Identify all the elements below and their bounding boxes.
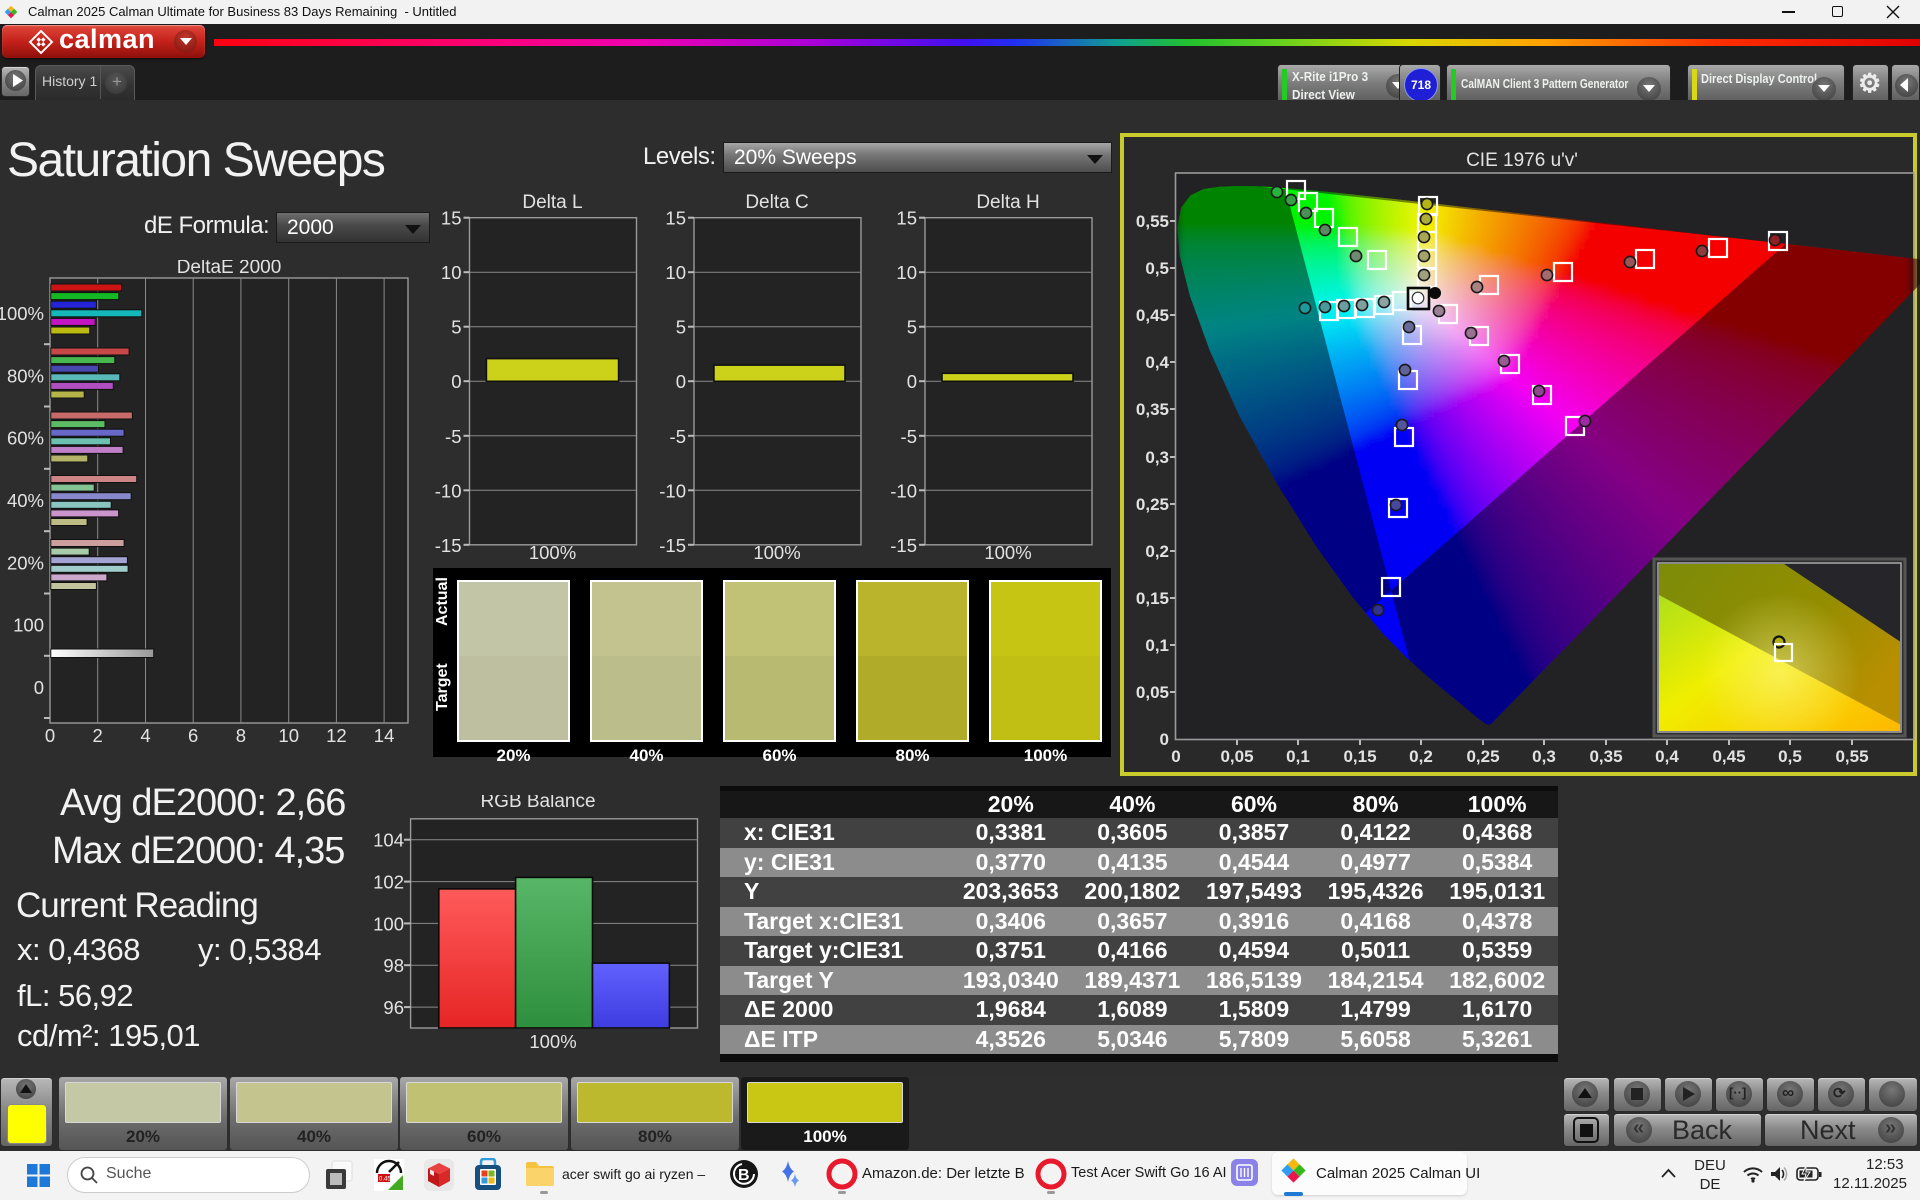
svg-text:0,45: 0,45 [1136,306,1169,325]
svg-text:-15: -15 [890,535,917,556]
svg-text:0,5: 0,5 [1778,747,1802,766]
svg-text:102: 102 [373,872,404,893]
svg-text:B: B [738,1167,750,1184]
svg-text:0,15: 0,15 [1343,747,1376,766]
svg-text:0,05: 0,05 [1220,747,1253,766]
svg-text:0,25: 0,25 [1136,495,1169,514]
svg-text:60%: 60% [7,428,44,449]
svg-text:98: 98 [383,955,404,976]
svg-text:0,3: 0,3 [1532,747,1556,766]
svg-text:0,45: 0,45 [1712,747,1745,766]
svg-text:0,2: 0,2 [1145,542,1169,561]
svg-text:0.45: 0.45 [379,1177,391,1183]
svg-text:0: 0 [907,371,917,392]
svg-text:2: 2 [93,725,103,746]
svg-text:-5: -5 [445,426,461,447]
svg-text:14: 14 [374,725,395,746]
svg-text:5: 5 [907,317,917,338]
svg-text:-15: -15 [435,535,462,556]
svg-text:10: 10 [896,262,917,283]
svg-text:0,35: 0,35 [1136,400,1169,419]
svg-text:-15: -15 [659,535,686,556]
svg-text:DeltaE 2000: DeltaE 2000 [177,260,282,278]
svg-text:-10: -10 [659,480,686,501]
svg-text:40%: 40% [7,490,44,511]
svg-text:100: 100 [373,913,404,934]
svg-text:0: 0 [45,725,55,746]
svg-text:104: 104 [373,830,404,851]
svg-text:0: 0 [1160,730,1169,749]
svg-text:0: 0 [34,677,44,698]
svg-text:100%: 100% [529,1031,576,1052]
svg-text:Delta C: Delta C [745,192,808,213]
svg-text:0: 0 [676,371,686,392]
svg-text:0: 0 [1171,747,1180,766]
svg-text:0,1: 0,1 [1145,636,1169,655]
svg-text:10: 10 [665,262,686,283]
svg-text:5: 5 [676,317,686,338]
svg-text:0,3: 0,3 [1145,448,1169,467]
svg-text:0,05: 0,05 [1136,683,1169,702]
svg-text:0,4: 0,4 [1145,353,1169,372]
svg-text:0,55: 0,55 [1835,747,1868,766]
svg-text:100%: 100% [529,542,576,563]
svg-text:100%: 100% [984,542,1031,563]
svg-text:-10: -10 [435,480,462,501]
svg-text:5: 5 [451,317,461,338]
svg-text:-10: -10 [890,480,917,501]
svg-text:CIE 1976 u'v': CIE 1976 u'v' [1466,150,1578,171]
svg-text:0,1: 0,1 [1286,747,1310,766]
svg-text:15: 15 [896,208,917,229]
svg-text:20%: 20% [7,552,44,573]
svg-text:Delta L: Delta L [522,192,582,213]
svg-text:0,35: 0,35 [1589,747,1622,766]
svg-text:15: 15 [441,208,462,229]
svg-text:100: 100 [13,615,44,636]
svg-text:0,2: 0,2 [1409,747,1433,766]
svg-text:0,55: 0,55 [1136,212,1169,231]
svg-text:80%: 80% [7,365,44,386]
svg-text:0: 0 [451,371,461,392]
svg-text:10: 10 [278,725,299,746]
svg-text:0,25: 0,25 [1466,747,1499,766]
svg-text:0,4: 0,4 [1655,747,1679,766]
svg-text:Delta H: Delta H [976,192,1039,213]
svg-text:4: 4 [140,725,150,746]
svg-text:6: 6 [188,725,198,746]
svg-text:0,5: 0,5 [1145,259,1169,278]
svg-text:100%: 100% [0,303,44,324]
svg-text:-5: -5 [670,426,686,447]
svg-text:RGB Balance: RGB Balance [480,795,595,812]
svg-text:12: 12 [326,725,347,746]
svg-text:-5: -5 [901,426,917,447]
svg-text:0,15: 0,15 [1136,589,1169,608]
svg-text:15: 15 [665,208,686,229]
svg-text:100%: 100% [753,542,800,563]
svg-text:96: 96 [383,997,404,1018]
svg-text:10: 10 [441,262,462,283]
svg-text:8: 8 [236,725,246,746]
